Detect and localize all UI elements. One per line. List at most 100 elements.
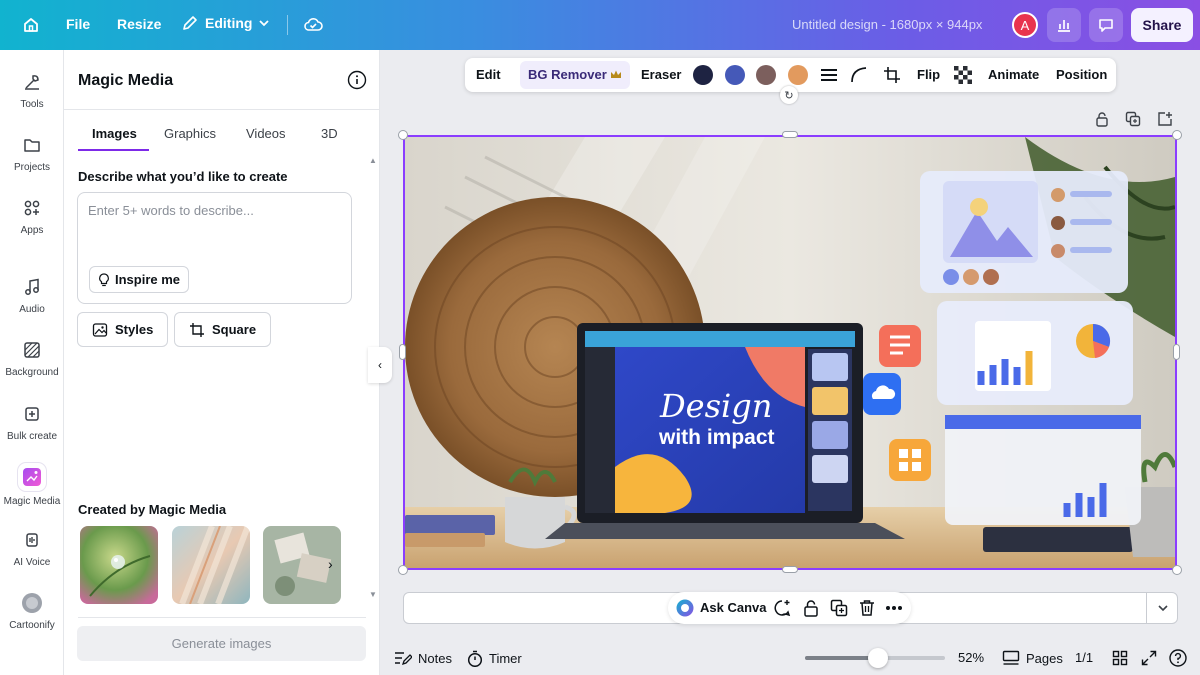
resize-button[interactable]: Resize (117, 16, 161, 32)
info-icon[interactable] (347, 70, 367, 90)
rail-label-background: Background (5, 367, 59, 378)
expand-pages-button[interactable] (1146, 592, 1178, 624)
grid-view-icon[interactable] (1112, 650, 1128, 666)
tab-3d[interactable]: 3D (321, 126, 338, 141)
crown-icon (611, 70, 621, 78)
fullscreen-icon[interactable] (1141, 650, 1157, 666)
animate-button[interactable]: Animate (988, 67, 1039, 82)
color-swatch[interactable] (693, 65, 713, 85)
design-canvas[interactable]: Design with impact (403, 135, 1177, 570)
pages-button[interactable]: Pages (1002, 650, 1063, 666)
border-style-icon[interactable] (820, 67, 838, 83)
rail-item-bulk-create[interactable]: Bulk create (0, 402, 64, 442)
styles-label: Styles (115, 322, 154, 337)
resize-handle[interactable] (1172, 130, 1182, 140)
zoom-percent[interactable]: 52% (958, 650, 984, 665)
lock-icon[interactable] (1094, 111, 1110, 127)
prompt-input[interactable] (88, 203, 338, 218)
tab-videos[interactable]: Videos (246, 126, 286, 141)
corner-rounding-icon[interactable] (850, 66, 868, 84)
resize-handle[interactable] (398, 565, 408, 575)
canvas-headline-line1: Design (659, 387, 772, 425)
resize-handle[interactable] (398, 130, 408, 140)
resize-handle[interactable] (399, 344, 406, 360)
panel-scroll-up-arrow[interactable]: ▲ (369, 156, 377, 165)
tab-images[interactable]: Images (92, 126, 137, 141)
collapse-panel-button[interactable]: ‹ (368, 347, 392, 383)
home-button[interactable] (17, 12, 45, 38)
crop-icon[interactable] (883, 66, 901, 84)
inspire-me-button[interactable]: Inspire me (89, 266, 190, 293)
zoom-slider-handle[interactable] (867, 648, 888, 668)
save-status-button[interactable] (302, 13, 324, 35)
rail-item-magic-media[interactable]: Magic Media (0, 463, 64, 507)
bar-chart-icon (1058, 20, 1070, 32)
active-tab-indicator (78, 149, 149, 151)
ask-canva-button[interactable]: Ask Canva (700, 600, 766, 615)
position-button[interactable]: Position (1056, 67, 1107, 82)
eraser-button[interactable]: Eraser (641, 67, 681, 82)
rail-item-apps[interactable]: Apps (0, 196, 64, 236)
canva-assistant-icon[interactable] (676, 599, 694, 617)
pencil-icon (183, 16, 197, 30)
trash-icon[interactable] (858, 599, 876, 617)
resize-handle[interactable] (1172, 565, 1182, 575)
edit-button[interactable]: Edit (476, 67, 501, 82)
rail-item-tools[interactable]: Tools (0, 70, 64, 110)
resize-handle[interactable] (1173, 344, 1180, 360)
duplicate-page-icon[interactable] (1125, 111, 1141, 127)
flip-button[interactable]: Flip (917, 67, 940, 82)
panel-divider (64, 109, 380, 110)
notes-button[interactable]: Notes (394, 650, 452, 666)
aspect-ratio-button[interactable]: Square (174, 312, 272, 347)
more-options-icon[interactable] (885, 605, 903, 611)
top-bar: File Resize Editing Untitled design - 16… (0, 0, 1200, 50)
color-swatch[interactable] (725, 65, 745, 85)
lock-icon[interactable] (802, 599, 820, 617)
color-swatch[interactable] (756, 65, 776, 85)
tab-graphics[interactable]: Graphics (164, 126, 216, 141)
design-title[interactable]: Untitled design - 1680px × 944px (792, 17, 982, 32)
zoom-slider[interactable] (805, 648, 945, 668)
generated-thumbnail[interactable] (172, 526, 250, 604)
pages-label: Pages (1026, 650, 1063, 666)
add-page-icon[interactable] (1157, 111, 1173, 127)
panel-scroll-down-arrow[interactable]: ▼ (369, 590, 377, 599)
resize-handle[interactable] (782, 566, 798, 573)
aspect-ratio-label: Square (212, 322, 257, 337)
rail-item-ai-voice[interactable]: AI Voice (0, 528, 64, 568)
chevron-right-icon[interactable]: › (328, 556, 333, 572)
rail-label-cartoonify: Cartoonify (9, 620, 55, 631)
timer-button[interactable]: Timer (467, 650, 522, 667)
file-menu-button[interactable]: File (66, 16, 90, 32)
rotate-handle[interactable]: ↻ (780, 86, 798, 104)
cartoonify-icon (20, 591, 44, 615)
generate-images-button[interactable]: Generate images (77, 626, 366, 661)
rail-item-projects[interactable]: Projects (0, 133, 64, 173)
help-icon[interactable] (1169, 649, 1187, 667)
rail-item-cartoonify[interactable]: Cartoonify (0, 591, 64, 631)
rail-item-audio[interactable]: Audio (0, 275, 64, 315)
notes-icon (395, 652, 412, 666)
editing-mode-button[interactable]: Editing (181, 14, 270, 32)
chevron-down-icon (1157, 605, 1168, 612)
duplicate-icon[interactable] (830, 599, 848, 617)
timer-icon (467, 650, 483, 667)
transparency-icon[interactable] (954, 66, 972, 84)
rail-item-background[interactable]: Background (0, 338, 64, 378)
resize-handle[interactable] (782, 131, 798, 138)
resize-label: Resize (117, 16, 162, 32)
color-swatch[interactable] (788, 65, 808, 85)
insights-button[interactable] (1047, 8, 1081, 42)
apps-icon (20, 196, 44, 220)
prompt-box[interactable]: Inspire me (77, 192, 352, 304)
share-button[interactable]: Share (1131, 8, 1193, 42)
user-avatar[interactable]: A (1012, 12, 1038, 38)
image-icon (92, 322, 108, 337)
add-comment-icon[interactable] (773, 599, 791, 617)
music-note-icon (20, 275, 44, 299)
styles-button[interactable]: Styles (77, 312, 169, 347)
comments-button[interactable] (1089, 8, 1123, 42)
file-label: File (66, 16, 91, 32)
generated-thumbnail[interactable] (80, 526, 158, 604)
